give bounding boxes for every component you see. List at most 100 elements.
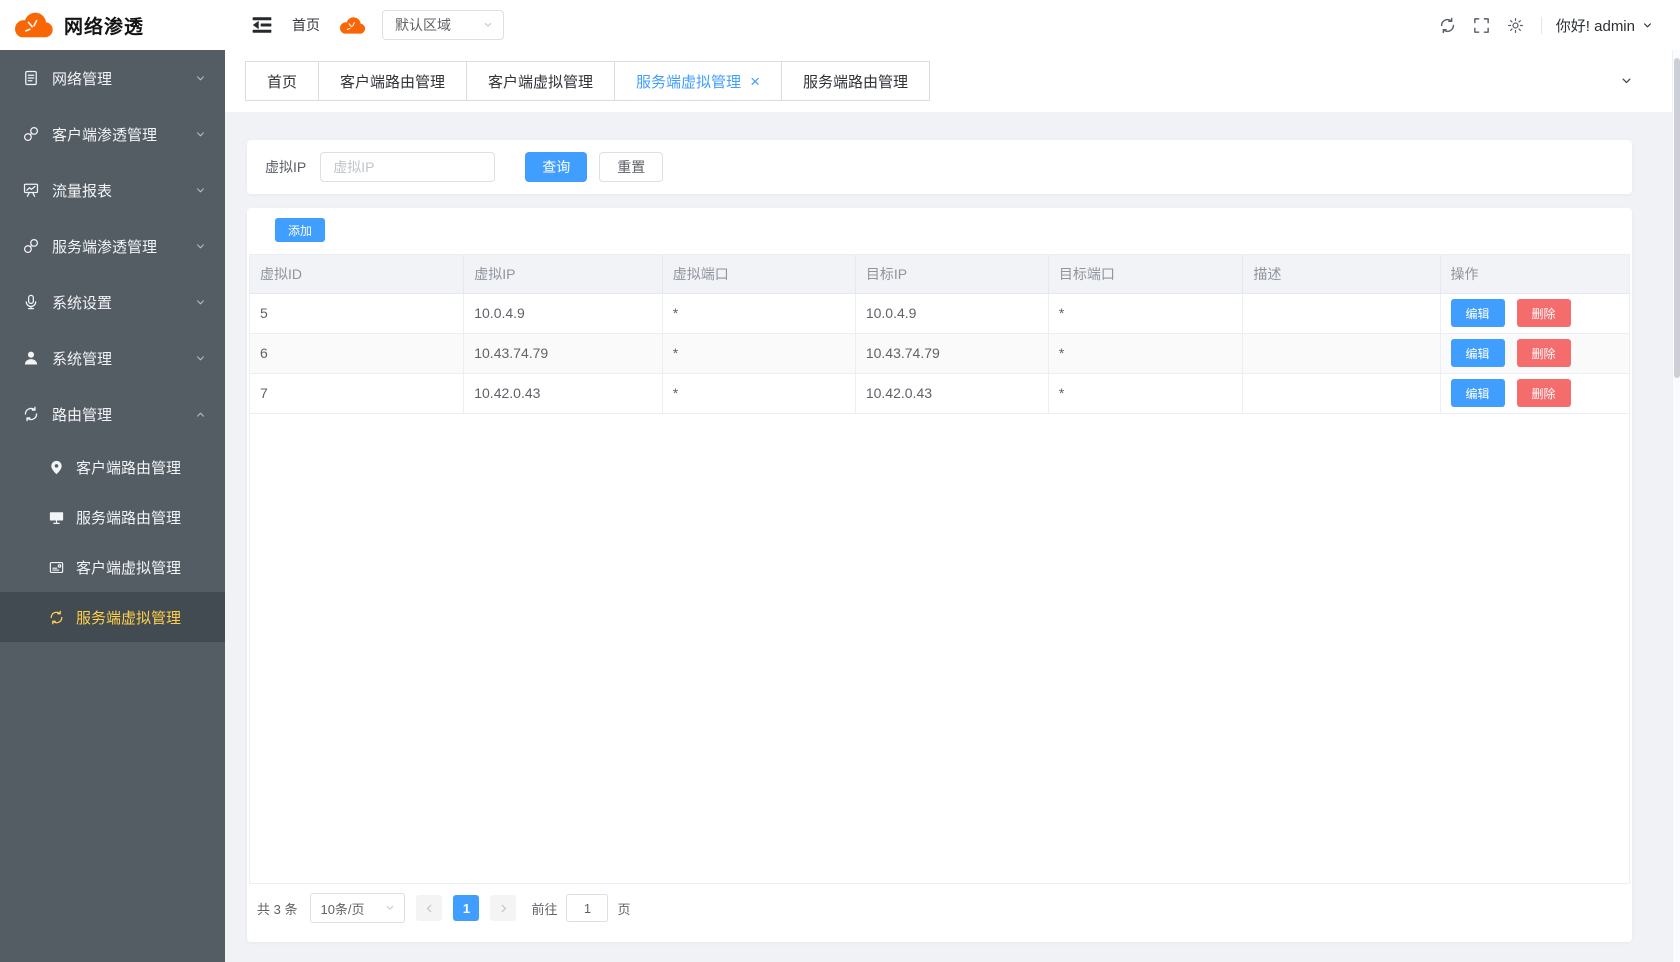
sidebar-subitem-label: 客户端虚拟管理 — [76, 557, 181, 578]
monitor-icon — [48, 509, 65, 526]
sidebar-subitem-0[interactable]: 客户端路由管理 — [0, 442, 225, 492]
table-row: 610.43.74.79*10.43.74.79*编辑删除 — [250, 333, 1629, 373]
refresh-icon[interactable] — [1438, 16, 1457, 35]
tab-0[interactable]: 首页 — [245, 61, 319, 101]
tab-label: 服务端虚拟管理 — [636, 71, 741, 92]
delete-button[interactable]: 删除 — [1517, 379, 1571, 407]
delete-button[interactable]: 删除 — [1517, 339, 1571, 367]
edit-button[interactable]: 编辑 — [1451, 379, 1505, 407]
sidebar-subitem-label: 服务端虚拟管理 — [76, 607, 181, 628]
tab-bar: 首页 客户端路由管理 客户端虚拟管理 服务端虚拟管理 × 服务端路由管理 — [225, 50, 1680, 112]
column-header: 操作 — [1440, 255, 1629, 293]
table-cell-description — [1243, 373, 1440, 413]
scrollbar[interactable] — [1672, 50, 1680, 962]
edit-button[interactable]: 编辑 — [1451, 299, 1505, 327]
sidebar-item-0[interactable]: 网络管理 — [0, 50, 225, 106]
tab-3[interactable]: 服务端虚拟管理 × — [614, 61, 782, 101]
filter-card: 虚拟IP 查询 重置 — [247, 140, 1632, 194]
next-page-button[interactable] — [490, 895, 516, 921]
sidebar-item-1[interactable]: 客户端渗透管理 — [0, 106, 225, 162]
table-cell-virtual-id: 6 — [250, 333, 464, 373]
sidebar-item-label: 客户端渗透管理 — [52, 124, 157, 145]
fullscreen-icon[interactable] — [1472, 16, 1491, 35]
tab-overflow-chevron-down-icon[interactable] — [1619, 74, 1634, 89]
tab-2[interactable]: 客户端虚拟管理 — [466, 61, 615, 101]
user-dropdown[interactable]: 你好! admin — [1556, 15, 1654, 36]
chevron-down-icon — [194, 72, 207, 85]
sidebar-item-6[interactable]: 路由管理 — [0, 386, 225, 442]
sidebar-item-4[interactable]: 系统设置 — [0, 274, 225, 330]
table-cell-description — [1243, 333, 1440, 373]
tab-label: 服务端路由管理 — [803, 71, 908, 92]
navbar: 首页 默认区域 你好! admin — [225, 0, 1680, 50]
navbar-actions: 你好! admin — [1423, 15, 1654, 36]
sidebar-subitem-1[interactable]: 服务端路由管理 — [0, 492, 225, 542]
tab-1[interactable]: 客户端路由管理 — [318, 61, 467, 101]
page-1-button[interactable]: 1 — [453, 895, 479, 921]
column-header: 虚拟ID — [250, 255, 464, 293]
refresh-icon — [48, 609, 65, 626]
greeting-text: 你好! admin — [1556, 15, 1635, 36]
table-header-row: 虚拟ID虚拟IP虚拟端口目标IP目标端口描述操作 — [250, 255, 1629, 293]
table-cell-actions: 编辑删除 — [1440, 333, 1629, 373]
reset-button[interactable]: 重置 — [599, 152, 663, 182]
user-icon — [22, 349, 40, 367]
virtual-ip-input[interactable] — [320, 152, 495, 182]
sidebar-subitem-label: 客户端路由管理 — [76, 457, 181, 478]
content-area: 虚拟IP 查询 重置 添加 虚拟ID虚拟IP虚拟端口目标IP目标端口描述操作 5… — [225, 112, 1680, 942]
tab-label: 客户端路由管理 — [340, 71, 445, 92]
cloud-logo-icon — [12, 11, 54, 39]
postcard-icon — [48, 559, 65, 576]
region-select-value: 默认区域 — [395, 15, 451, 35]
hamburger-collapse-icon[interactable] — [249, 14, 275, 36]
table-cell-virtual-id: 7 — [250, 373, 464, 413]
column-header: 目标端口 — [1048, 255, 1242, 293]
chevron-down-icon — [194, 240, 207, 253]
delete-button[interactable]: 删除 — [1517, 299, 1571, 327]
table-cell-description — [1243, 293, 1440, 333]
page-size-select[interactable]: 10条/页 — [310, 893, 405, 923]
table-cell-target-port: * — [1048, 333, 1242, 373]
tab-label: 客户端虚拟管理 — [488, 71, 593, 92]
link-icon — [22, 237, 40, 255]
column-header: 虚拟端口 — [662, 255, 855, 293]
goto-page-input[interactable] — [566, 894, 608, 922]
add-button[interactable]: 添加 — [275, 218, 325, 242]
chevron-up-icon — [194, 408, 207, 421]
sidebar-subitem-3[interactable]: 服务端虚拟管理 — [0, 592, 225, 642]
scrollbar-thumb[interactable] — [1674, 58, 1680, 378]
tab-4[interactable]: 服务端路由管理 — [781, 61, 930, 101]
sidebar-item-2[interactable]: 流量报表 — [0, 162, 225, 218]
page-size-value: 10条/页 — [320, 899, 364, 918]
table-row: 510.0.4.9*10.0.4.9*编辑删除 — [250, 293, 1629, 333]
breadcrumb[interactable]: 首页 — [292, 15, 320, 35]
close-icon[interactable]: × — [750, 73, 760, 90]
arrow-left-icon — [423, 902, 436, 915]
divider — [1541, 17, 1542, 34]
sidebar-item-5[interactable]: 系统管理 — [0, 330, 225, 386]
table-cell-virtual-ip: 10.42.0.43 — [464, 373, 663, 413]
sidebar-subitem-2[interactable]: 客户端虚拟管理 — [0, 542, 225, 592]
theme-settings-icon[interactable] — [1506, 16, 1525, 35]
sidebar: 网络渗透 网络管理客户端渗透管理流量报表服务端渗透管理系统设置系统管理路由管理客… — [0, 0, 225, 962]
location-icon — [48, 459, 65, 476]
search-button[interactable]: 查询 — [525, 152, 587, 182]
sidebar-subitem-label: 服务端路由管理 — [76, 507, 181, 528]
data-table: 虚拟ID虚拟IP虚拟端口目标IP目标端口描述操作 510.0.4.9*10.0.… — [249, 254, 1630, 884]
tab-label: 首页 — [267, 71, 297, 92]
table-cell-virtual-ip: 10.0.4.9 — [464, 293, 663, 333]
sidebar-item-label: 流量报表 — [52, 180, 112, 201]
chevron-down-icon — [384, 902, 396, 914]
app-logo: 网络渗透 — [0, 0, 225, 50]
sidebar-item-3[interactable]: 服务端渗透管理 — [0, 218, 225, 274]
pagination: 共 3 条 10条/页 1 前往 页 — [257, 893, 1630, 923]
prev-page-button[interactable] — [416, 895, 442, 921]
table-cell-virtual-port: * — [662, 293, 855, 333]
sidebar-item-label: 网络管理 — [52, 68, 112, 89]
chevron-down-icon — [194, 184, 207, 197]
table-cell-actions: 编辑删除 — [1440, 293, 1629, 333]
region-select[interactable]: 默认区域 — [382, 10, 504, 40]
edit-button[interactable]: 编辑 — [1451, 339, 1505, 367]
pagination-total: 共 3 条 — [257, 899, 297, 918]
column-header: 描述 — [1243, 255, 1440, 293]
